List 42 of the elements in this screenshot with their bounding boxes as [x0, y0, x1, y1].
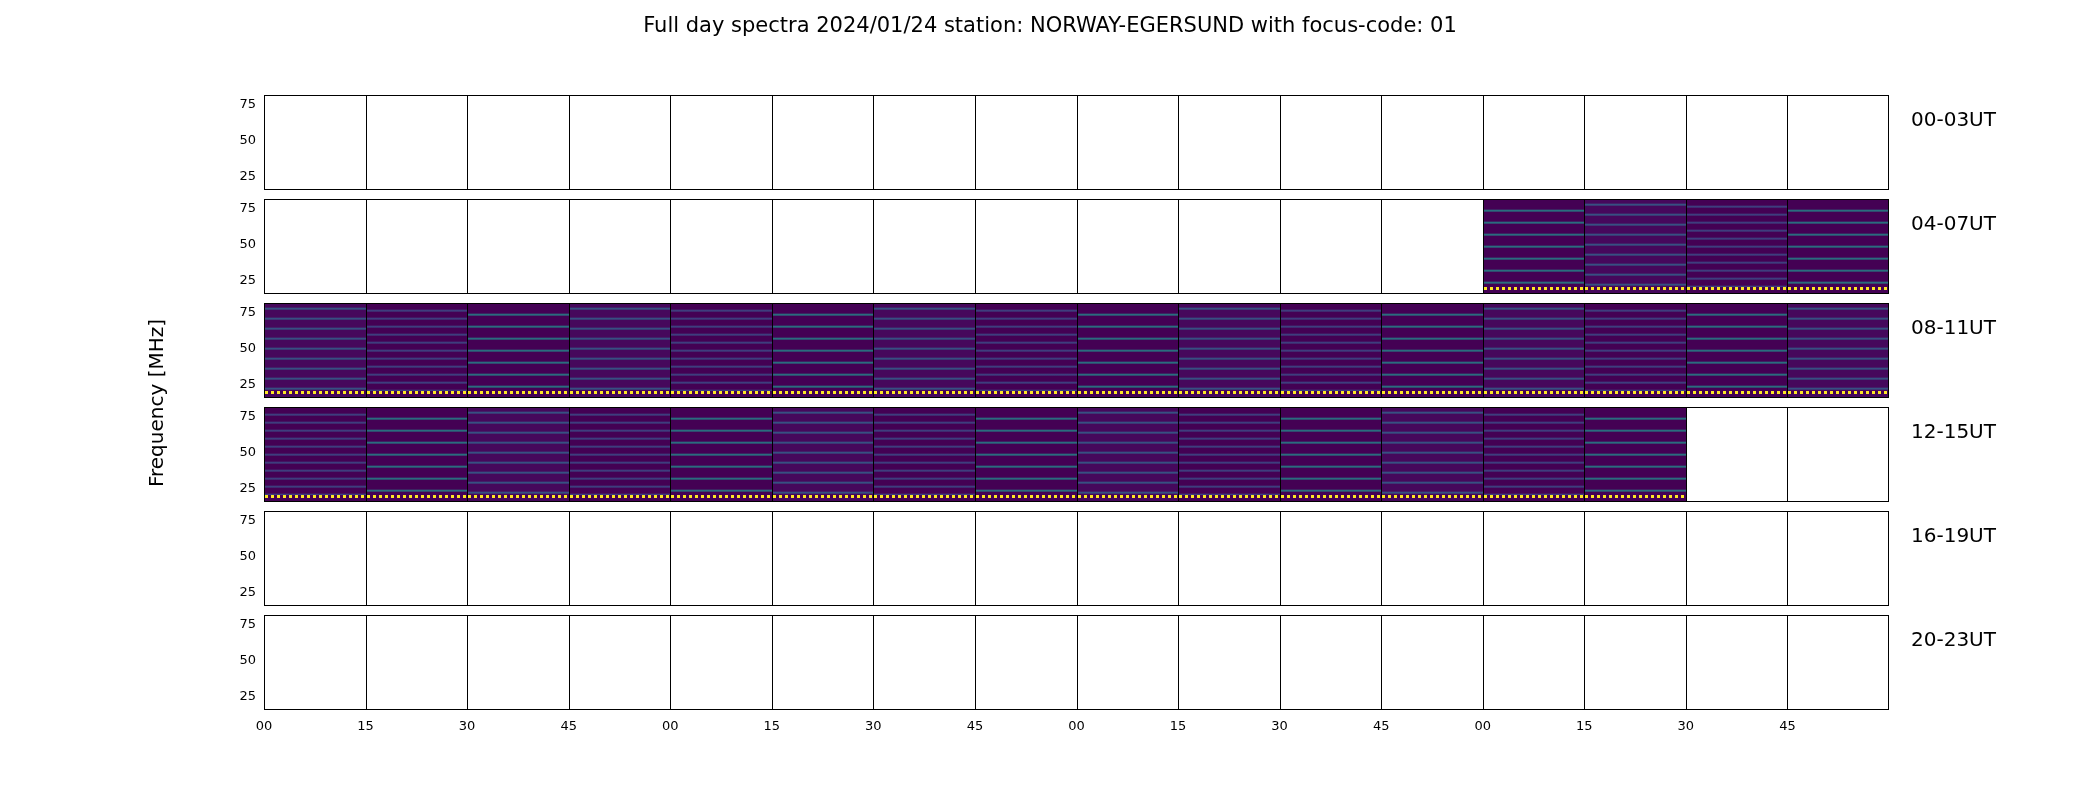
- row-label: 08-11UT: [1911, 314, 1996, 341]
- y-tick-label: 75: [239, 303, 256, 319]
- y-tick-label: 50: [239, 235, 256, 251]
- y-axis-label: Frequency [MHz]: [142, 318, 169, 488]
- row-label: 16-19UT: [1911, 522, 1996, 549]
- y-tick-label: 50: [239, 547, 256, 563]
- x-tick-label: 15: [357, 718, 374, 733]
- y-tick-label: 50: [239, 131, 256, 147]
- row-label: 12-15UT: [1911, 418, 1996, 445]
- y-tick-label: 50: [239, 651, 256, 667]
- x-tick-label: 45: [1372, 718, 1390, 733]
- y-tick-label: 25: [239, 479, 256, 495]
- y-tick-label: 75: [239, 95, 256, 111]
- y-tick-label: 75: [239, 615, 256, 631]
- y-tick-label: 25: [239, 375, 256, 391]
- x-tick-label: 30: [458, 718, 476, 733]
- y-tick-label: 75: [239, 511, 256, 527]
- x-tick-label: 45: [1779, 718, 1796, 733]
- y-tick-label: 25: [239, 271, 256, 287]
- x-tick-label: 00: [662, 718, 679, 733]
- x-tick-label: 15: [1576, 718, 1593, 733]
- x-tick-label: 30: [865, 718, 882, 733]
- x-tick-label: 15: [1169, 718, 1187, 733]
- y-tick-label: 25: [239, 687, 256, 703]
- x-tick-label: 45: [966, 718, 984, 733]
- y-tick-label: 75: [239, 407, 256, 423]
- x-tick-label: 30: [1271, 718, 1288, 733]
- y-tick-label: 50: [239, 443, 256, 459]
- figure-title: Full day spectra 2024/01/24 station: NORWAY-EGERSUND with focus-code: 01: [643, 12, 1457, 38]
- x-tick-label: 45: [560, 718, 577, 733]
- x-tick-label: 00: [1474, 718, 1491, 733]
- y-tick-label: 50: [239, 339, 256, 355]
- y-tick-label: 25: [239, 167, 256, 183]
- row-label: 04-07UT: [1911, 210, 1996, 237]
- row-label: 00-03UT: [1911, 106, 1996, 133]
- x-tick-label: 30: [1677, 718, 1695, 733]
- y-tick-label: 75: [239, 199, 256, 215]
- x-tick-label: 00: [255, 718, 273, 733]
- x-tick-label: 15: [763, 718, 781, 733]
- x-tick-label: 00: [1068, 718, 1085, 733]
- y-tick-label: 25: [239, 583, 256, 599]
- row-label: 20-23UT: [1911, 626, 1996, 653]
